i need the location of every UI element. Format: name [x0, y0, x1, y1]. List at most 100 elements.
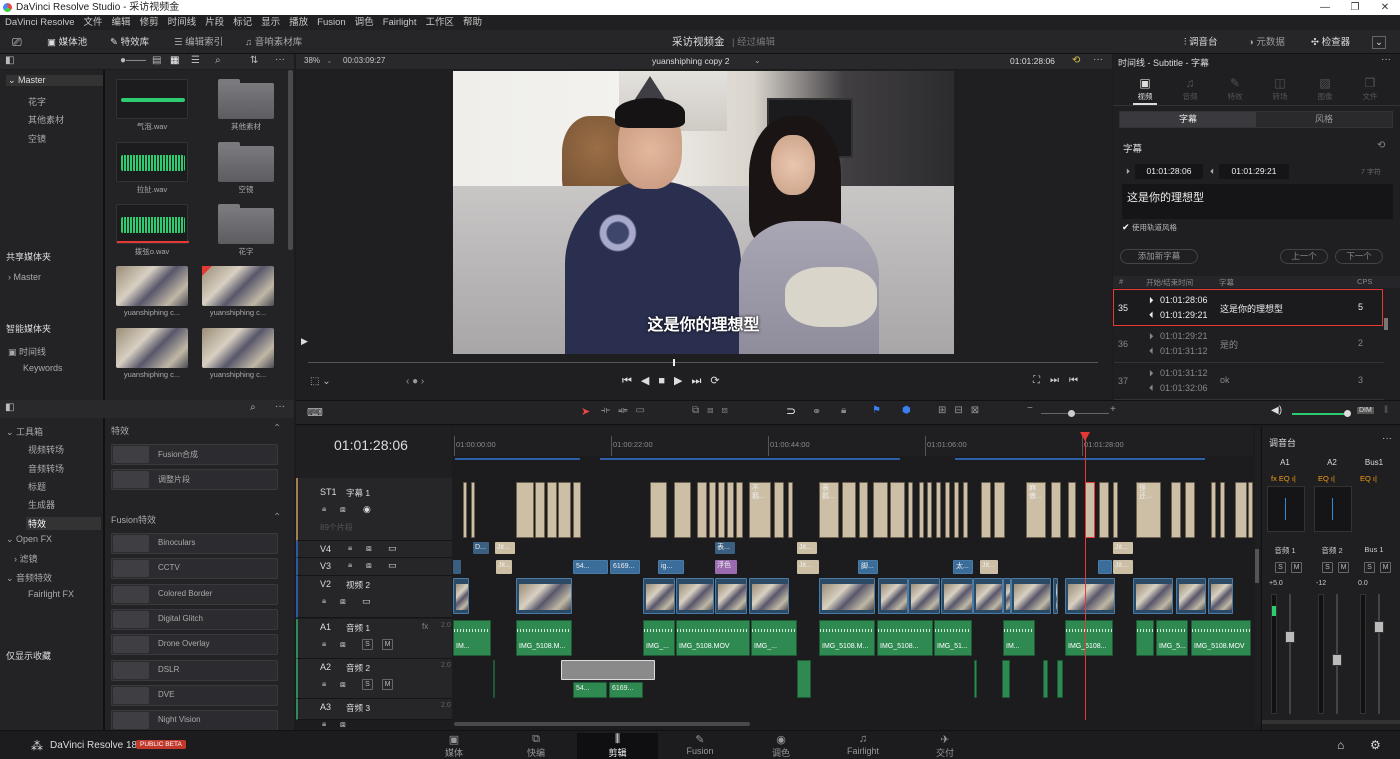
fx-tree-item[interactable]: 音频转场: [28, 462, 64, 475]
smart-bin-keywords[interactable]: Keywords: [23, 363, 63, 373]
overwrite-icon[interactable]: ⧈: [707, 405, 721, 416]
bin-item[interactable]: 空镜: [28, 132, 46, 145]
subtitle-clip[interactable]: [1171, 482, 1181, 538]
subtitle-clip[interactable]: [709, 482, 716, 538]
media-clip[interactable]: yuanshiphing c...: [202, 266, 274, 317]
skip-start-icon[interactable]: ⏮: [622, 375, 641, 387]
mute-button[interactable]: M: [382, 679, 393, 690]
fusion-effect-item[interactable]: DVE: [111, 684, 278, 706]
scrubber-handle[interactable]: [673, 359, 675, 366]
lock-icon[interactable]: 🔒︎: [322, 719, 326, 729]
chevron-down-icon[interactable]: ⌄: [754, 56, 761, 65]
media-clip[interactable]: 其他素材: [210, 79, 282, 132]
fx-tree-item[interactable]: ⌄ Open FX: [6, 534, 52, 545]
fader-handle[interactable]: [1285, 631, 1295, 643]
shared-master[interactable]: › Master: [8, 272, 41, 282]
list-view-icon[interactable]: ☰: [191, 55, 200, 66]
subtitle-clip[interactable]: [650, 482, 667, 538]
use-track-style-checkbox[interactable]: ✔ 使用轨道风格: [1122, 222, 1177, 233]
eye-icon[interactable]: ◉: [363, 504, 371, 515]
v3-clip[interactable]: [453, 560, 461, 574]
pan-control[interactable]: [1267, 486, 1305, 532]
subtitle-clip[interactable]: [919, 482, 924, 538]
media-clip[interactable]: 气泡.wav: [116, 79, 188, 132]
insert-icon[interactable]: ⧉: [692, 405, 707, 416]
zoom-in-icon[interactable]: +: [1110, 404, 1116, 415]
fusion-effect-item[interactable]: DSLR: [111, 659, 278, 681]
collapse-icon[interactable]: ⌃: [273, 423, 281, 434]
pan-control[interactable]: [1314, 486, 1352, 532]
subtitle-clip[interactable]: [1185, 482, 1195, 538]
media-clip[interactable]: 拨弦o.wav: [116, 204, 189, 257]
play-icon[interactable]: ▶: [674, 375, 691, 387]
v2-video-clip[interactable]: [878, 578, 908, 614]
menu-item-13[interactable]: 帮助: [463, 15, 482, 30]
eq-label[interactable]: fx EQ ı|: [1271, 474, 1296, 483]
fx-tree-item[interactable]: ⌄ 音频特效: [6, 571, 52, 584]
more-options-icon[interactable]: ···: [1382, 433, 1392, 444]
panel-toggle-icon[interactable]: ◧: [5, 55, 14, 66]
solo-button[interactable]: S: [1275, 562, 1286, 573]
solo-button[interactable]: S: [362, 679, 373, 690]
subtitle-clip[interactable]: [788, 482, 793, 538]
zoom-slider[interactable]: [1041, 413, 1109, 414]
viewer-zoom[interactable]: 38%: [304, 56, 320, 65]
fx-tree-item[interactable]: ⌄ 工具箱: [6, 425, 43, 438]
v2-video-clip[interactable]: [1011, 578, 1051, 614]
blade-tool-icon[interactable]: ▭: [636, 405, 653, 416]
list-scrollbar[interactable]: [1384, 318, 1388, 330]
v3-clip[interactable]: 浮色: [715, 560, 737, 574]
panel-toggle-icon[interactable]: ◧: [5, 402, 14, 413]
subtitle-clip[interactable]: [727, 482, 734, 538]
bin-master[interactable]: ⌄ Master: [6, 75, 103, 86]
fusion-effect-item[interactable]: Drone Overlay: [111, 634, 278, 656]
zoom-custom-icon[interactable]: ⊠: [971, 405, 987, 416]
subtitle-clip[interactable]: [1220, 482, 1225, 538]
lock-icon[interactable]: 🔒︎: [322, 639, 326, 649]
subtitle-clip[interactable]: [945, 482, 950, 538]
tab-0[interactable]: ▣ 视频: [1125, 76, 1165, 105]
mute-button[interactable]: M: [382, 639, 393, 650]
link-icon[interactable]: ⚭: [812, 405, 821, 418]
a1-audio-clip[interactable]: IMG_5108...: [1065, 620, 1113, 656]
fader-handle[interactable]: [1332, 654, 1342, 666]
v2-video-clip[interactable]: [715, 578, 747, 614]
auto-select-icon[interactable]: ⧈: [340, 679, 346, 690]
page-tab-3[interactable]: ✎ Fusion: [670, 733, 730, 756]
effect-item[interactable]: Fusion合成: [111, 444, 278, 465]
playhead-handle[interactable]: [1080, 432, 1090, 441]
a1-audio-clip[interactable]: IMG_...: [643, 620, 675, 656]
fx-tree-item[interactable]: 视频转场: [28, 443, 64, 456]
subtitle-clip[interactable]: [718, 482, 725, 538]
favorites-toggle[interactable]: 仅显示收藏: [6, 649, 51, 662]
auto-select-icon[interactable]: ⧈: [366, 560, 372, 571]
reverse-icon[interactable]: ◀: [641, 375, 658, 387]
menu-item-10[interactable]: 调色: [355, 15, 374, 30]
auto-select-icon[interactable]: ⧈: [340, 719, 346, 730]
grid-view-icon[interactable]: ▦: [170, 55, 179, 66]
track-visible-icon[interactable]: ▭: [388, 543, 397, 554]
menu-item-9[interactable]: Fusion: [317, 15, 346, 30]
tab-style[interactable]: 风格: [1256, 112, 1392, 127]
v2-video-clip[interactable]: [643, 578, 675, 614]
fusion-effect-item[interactable]: Night Vision: [111, 710, 278, 732]
timeline-name[interactable]: yuanshiphing copy 2: [652, 56, 730, 66]
a1-audio-clip[interactable]: [1136, 620, 1154, 656]
v2-video-clip[interactable]: [676, 578, 714, 614]
more-options-icon[interactable]: ···: [275, 54, 285, 65]
menu-item-5[interactable]: 片段: [205, 15, 224, 30]
media-clip[interactable]: 空镜: [210, 142, 282, 195]
smart-bin-timeline[interactable]: ▣ 时间线: [8, 345, 46, 358]
stop-icon[interactable]: ■: [658, 375, 674, 387]
dim-button[interactable]: DIM: [1357, 407, 1374, 414]
subtitle-row[interactable]: 36 01:01:29:21 ⏴ 01:01:31:12 ⏵ 是的 2: [1114, 326, 1384, 363]
collapse-icon[interactable]: ⌃: [273, 512, 281, 523]
snap-icon[interactable]: ⊃: [786, 404, 796, 418]
more-options-icon[interactable]: ···: [1381, 54, 1391, 65]
effects-library-button[interactable]: ✎ 特效库: [110, 35, 149, 50]
eq-label[interactable]: EQ ı|: [1360, 474, 1377, 483]
solo-button[interactable]: S: [1364, 562, 1375, 573]
auto-select-icon[interactable]: ⧈: [340, 504, 346, 515]
search-icon[interactable]: ⌕: [215, 55, 221, 66]
zoom-detail-icon[interactable]: ⊟: [954, 405, 970, 416]
